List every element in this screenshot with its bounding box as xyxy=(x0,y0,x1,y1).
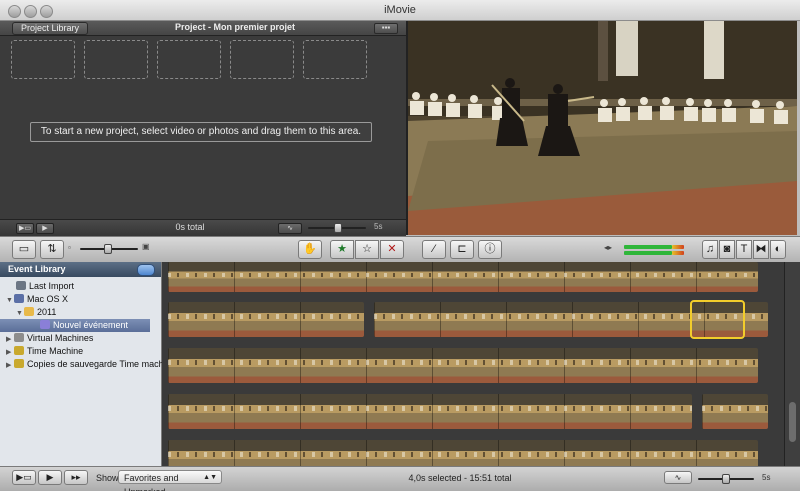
crop-icon[interactable]: ⊏ xyxy=(450,240,474,259)
audio-waveform-button[interactable]: ∿ xyxy=(278,223,302,234)
title-bar: iMovie xyxy=(0,0,800,21)
zoom-label: 5s xyxy=(374,222,383,231)
large-thumbnail-icon: ▣ xyxy=(142,242,150,251)
disk-icon xyxy=(14,294,24,303)
sidebar-item-mac-os-x[interactable]: ▼ Mac OS X xyxy=(0,293,161,306)
event-browser[interactable] xyxy=(162,262,784,466)
empty-clip-slot xyxy=(303,40,367,79)
audio-meter-peak xyxy=(672,251,684,255)
audio-meter-right xyxy=(624,251,672,255)
swap-events-projects-icon[interactable]: ⇅ xyxy=(40,240,64,259)
sidebar-item-label: Copies de sauvegarde Time machine xyxy=(27,359,176,369)
small-thumbnail-icon: ▫ xyxy=(68,243,71,252)
star-event-icon xyxy=(40,320,50,329)
play-full-screen-button[interactable]: ▶▭ xyxy=(16,223,34,234)
eyedropper-icon[interactable]: ⁄ xyxy=(422,240,446,259)
clip-filmstrip[interactable] xyxy=(168,302,364,337)
favorite-star-icon[interactable]: ★ xyxy=(330,240,354,259)
play-button[interactable]: ▶ xyxy=(36,223,54,234)
empty-clip-slot xyxy=(157,40,221,79)
slider-knob[interactable] xyxy=(334,223,342,233)
clip-size-knob[interactable] xyxy=(104,244,112,254)
empty-clip-slot xyxy=(11,40,75,79)
sidebar-item-label: Mac OS X xyxy=(27,294,69,304)
video-viewer xyxy=(408,21,797,235)
project-pane[interactable]: Project Library Project - Mon premier pr… xyxy=(0,21,406,236)
scroll-thumb[interactable] xyxy=(789,402,796,442)
status-bar: ▶▭ ▶ ▸▸ Show: Favorites and Unmarked ▲▼ … xyxy=(0,466,800,491)
sidebar-item-label: Virtual Machines xyxy=(27,333,94,343)
disclosure-triangle-icon[interactable]: ▶ xyxy=(6,359,14,372)
cloud-toggle-icon[interactable] xyxy=(137,264,155,276)
clip-filmstrip[interactable] xyxy=(168,262,758,292)
main-toolbar: ▭ ⇅ ▫ ▣ ✋ ★ ☆ ✕ ⁄ ⊏ ⓘ ◂▸ ♫ ◙ T ⧓ ◐ xyxy=(0,236,800,263)
clip-filmstrip[interactable] xyxy=(168,394,692,429)
maps-icon[interactable]: ◐ xyxy=(770,240,786,259)
sidebar-item-time-machine-backups[interactable]: ▶ Copies de sauvegarde Time machine xyxy=(0,358,176,372)
sidebar-item-last-import[interactable]: Last Import xyxy=(0,280,161,293)
drive-icon xyxy=(14,333,24,342)
play-button[interactable]: ▶ xyxy=(38,470,62,485)
drop-instructions: To start a new project, select video or … xyxy=(30,122,372,142)
project-header: Project Library Project - Mon premier pr… xyxy=(0,21,406,36)
audio-meter-left xyxy=(624,245,672,249)
browser-scrollbar[interactable] xyxy=(784,262,800,466)
filter-value: Favorites and Unmarked xyxy=(124,473,179,491)
project-total-duration: 0s total xyxy=(175,222,205,232)
event-library-title: Event Library xyxy=(8,264,66,274)
show-filter-select[interactable]: Favorites and Unmarked ▲▼ xyxy=(118,470,222,491)
sidebar-item-2011[interactable]: ▼ 2011 xyxy=(0,306,161,319)
event-library-header: Event Library xyxy=(0,262,161,277)
audio-waveform-button[interactable]: ∿ xyxy=(664,471,692,484)
imovie-window: iMovie Project Library Project - Mon pre… xyxy=(0,0,800,491)
clip-filmstrip[interactable] xyxy=(168,440,758,466)
project-footer: ▶▭ ▶ 0s total ∿ 5s xyxy=(0,219,406,236)
transitions-icon[interactable]: ⧓ xyxy=(753,240,769,259)
reject-icon[interactable]: ✕ xyxy=(380,240,404,259)
camera-import-icon[interactable]: ▭ xyxy=(12,240,36,259)
sidebar-item-virtual-machines[interactable]: ▶ Virtual Machines xyxy=(0,332,161,345)
adjust-time-icon[interactable]: ✋ xyxy=(298,240,322,259)
project-library-button[interactable]: Project Library xyxy=(12,22,89,35)
audio-meter-peak xyxy=(672,245,684,249)
unmark-star-icon[interactable]: ☆ xyxy=(355,240,379,259)
sidebar-item-label: Time Machine xyxy=(27,346,84,356)
zoom-slider-knob[interactable] xyxy=(722,474,730,484)
audio-skimming-icon[interactable]: ◂▸ xyxy=(604,243,612,252)
empty-clip-slot xyxy=(230,40,294,79)
event-library-sidebar: Event Library Last Import ▼ Mac OS X ▼ 201… xyxy=(0,262,176,466)
sidebar-item-label: Last Import xyxy=(29,281,75,291)
chevron-down-icon: ▲▼ xyxy=(203,474,217,481)
film-strip-icon xyxy=(16,281,26,290)
play-full-screen-button[interactable]: ▶▭ xyxy=(12,470,36,485)
sidebar-item-nouvel-evenement[interactable]: Nouvel événement xyxy=(0,319,150,332)
time-machine-icon xyxy=(14,346,24,355)
project-title: Project - Mon premier projet xyxy=(174,22,296,32)
clip-filmstrip[interactable] xyxy=(702,394,768,429)
project-options-button[interactable]: ▪▪▪ xyxy=(374,23,398,34)
shuttle-button[interactable]: ▸▸ xyxy=(64,470,88,485)
titles-icon[interactable]: T xyxy=(736,240,752,259)
sidebar-item-label: 2011 xyxy=(37,307,57,317)
selected-range-highlight[interactable] xyxy=(690,300,745,339)
clip-filmstrip[interactable] xyxy=(168,348,758,383)
sidebar-item-label: Nouvel événement xyxy=(53,320,129,330)
selection-info: 4,0s selected - 15:51 total xyxy=(408,473,512,483)
inspector-icon[interactable]: ⓘ xyxy=(478,240,502,259)
calendar-icon xyxy=(24,307,34,316)
zoom-label: 5s xyxy=(762,473,771,482)
photos-icon[interactable]: ◙ xyxy=(719,240,735,259)
window-title: iMovie xyxy=(384,4,416,16)
sidebar-item-time-machine[interactable]: ▶ Time Machine xyxy=(0,345,161,358)
viewer-frame-image xyxy=(408,21,797,235)
music-icon[interactable]: ♫ xyxy=(702,240,718,259)
time-machine-icon xyxy=(14,359,24,368)
empty-clip-slot xyxy=(84,40,148,79)
